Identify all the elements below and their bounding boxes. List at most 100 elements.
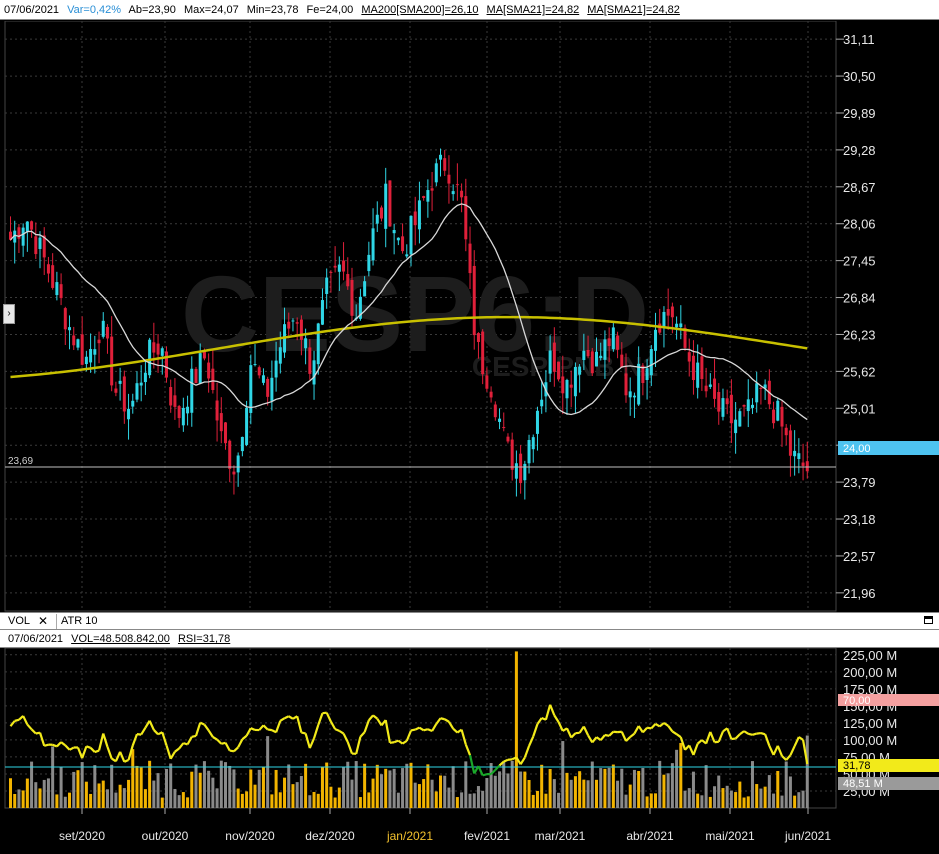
candle-body — [59, 284, 63, 299]
vol-info-rsi[interactable]: RSI=31,78 — [178, 633, 230, 645]
candle-body — [455, 184, 459, 186]
candle-body — [708, 384, 712, 387]
volume-bar — [666, 773, 670, 808]
tab-atr[interactable]: ATR 10 — [56, 614, 101, 629]
close-icon[interactable]: ✕ — [38, 614, 48, 628]
candle-body — [603, 339, 607, 360]
candle-body — [590, 351, 594, 374]
rsi-segment — [756, 731, 762, 735]
volume-bar — [552, 779, 556, 808]
candle-body — [713, 378, 717, 399]
volume-bar — [430, 779, 434, 808]
candle-body — [489, 391, 493, 398]
volume-bar — [333, 797, 337, 808]
price-chart[interactable]: CESP6:D CESP PNB N1 31,11 30,50 29,89 29,28… — [0, 21, 939, 612]
rsi-segment — [440, 717, 445, 721]
volume-bar — [746, 796, 750, 808]
candle-body — [472, 265, 476, 336]
volume-bar — [270, 794, 274, 808]
candle-body — [772, 409, 776, 424]
rsi-segment — [267, 728, 273, 732]
volume-bar — [506, 773, 510, 808]
volume-bar — [691, 771, 695, 808]
candle-body — [198, 353, 202, 384]
volume-bar — [379, 774, 383, 808]
volume-bar — [801, 790, 805, 808]
info-ma21-a[interactable]: MA[SMA21]=24,82 — [487, 4, 580, 16]
candle-body — [776, 400, 780, 421]
candle-body — [573, 366, 577, 397]
candle-body — [186, 406, 190, 414]
info-ma200[interactable]: MA200[SMA200]=26,10 — [361, 4, 478, 16]
volume-bar — [84, 781, 88, 808]
volume-axis: 225,00 M200,00 M175,00 M150,00 M125,00 M… — [843, 648, 897, 799]
volume-bar — [569, 779, 573, 808]
candle-body — [177, 406, 181, 419]
volume-rsi-chart[interactable]: 225,00 M200,00 M175,00 M150,00 M125,00 M… — [0, 648, 939, 854]
month-label: jun/2021 — [784, 829, 831, 843]
candle-body — [805, 461, 809, 472]
maximize-icon[interactable] — [924, 616, 933, 624]
volume-bar — [531, 794, 535, 808]
volume-bar — [788, 776, 792, 808]
candle-body — [261, 375, 265, 383]
candle-body — [405, 254, 409, 257]
time-axis: set/2020 out/2020 nov/2020 dez/2020 jan/2021… — [0, 808, 939, 854]
volume-bar — [304, 763, 308, 808]
volume-bar — [68, 792, 72, 808]
volume-bar — [76, 770, 80, 808]
price-tick-label: 22,57 — [843, 549, 876, 564]
info-min: Min=23,78 — [246, 4, 299, 16]
candle-body — [717, 392, 721, 412]
candle-body — [143, 372, 147, 383]
candle-body — [624, 373, 628, 396]
candle-body — [666, 309, 670, 316]
volume-bar — [535, 790, 539, 808]
volume-bar — [519, 771, 523, 808]
candle-body — [552, 342, 556, 372]
volume-bar — [148, 760, 152, 808]
volume-bar — [177, 795, 181, 808]
volume-bar — [72, 771, 76, 808]
volume-bar — [422, 779, 426, 808]
volume-bar — [607, 767, 611, 808]
volume-bar — [696, 793, 700, 808]
candle-body — [725, 398, 729, 405]
volume-bar — [325, 762, 329, 808]
volume-bar — [202, 761, 206, 808]
tab-vol[interactable]: VOL — [4, 614, 34, 629]
candle-body — [502, 427, 506, 429]
volume-bar — [805, 735, 809, 808]
price-tick-label: 29,28 — [843, 143, 876, 158]
candle-body — [84, 356, 88, 365]
watermark: CESP6:D CESP PNB N1 — [181, 253, 658, 382]
candle-body — [55, 282, 59, 296]
volume-bar — [662, 774, 666, 808]
expand-panel-handle[interactable]: › — [3, 304, 15, 324]
info-ma21-b[interactable]: MA[SMA21]=24,82 — [587, 4, 680, 16]
month-label: nov/2020 — [225, 829, 275, 843]
volume-bar — [224, 762, 228, 808]
volume-bar — [156, 773, 160, 808]
volume-bar — [489, 763, 493, 808]
volume-bar — [755, 784, 759, 808]
volume-bar — [46, 778, 50, 808]
candle-body — [443, 158, 447, 171]
rsi-segment — [389, 741, 395, 744]
candle-body — [278, 347, 282, 364]
volume-bar — [527, 780, 531, 808]
candle-body — [599, 355, 603, 358]
candle-body — [607, 338, 611, 347]
volume-bar — [105, 789, 109, 808]
candle-body — [320, 300, 324, 325]
indicator-tabs: VOL ✕ ATR 10 — [0, 612, 939, 630]
volume-bar — [413, 782, 417, 808]
candle-body — [586, 350, 590, 357]
volume-bar — [443, 775, 447, 808]
candle-body — [207, 362, 211, 379]
candle-body — [287, 321, 291, 329]
vol-info-volume[interactable]: VOL=48.508.842,00 — [71, 633, 170, 645]
info-date: 07/06/2021 — [4, 4, 60, 16]
candle-body — [152, 342, 156, 353]
candle-body — [746, 399, 750, 412]
